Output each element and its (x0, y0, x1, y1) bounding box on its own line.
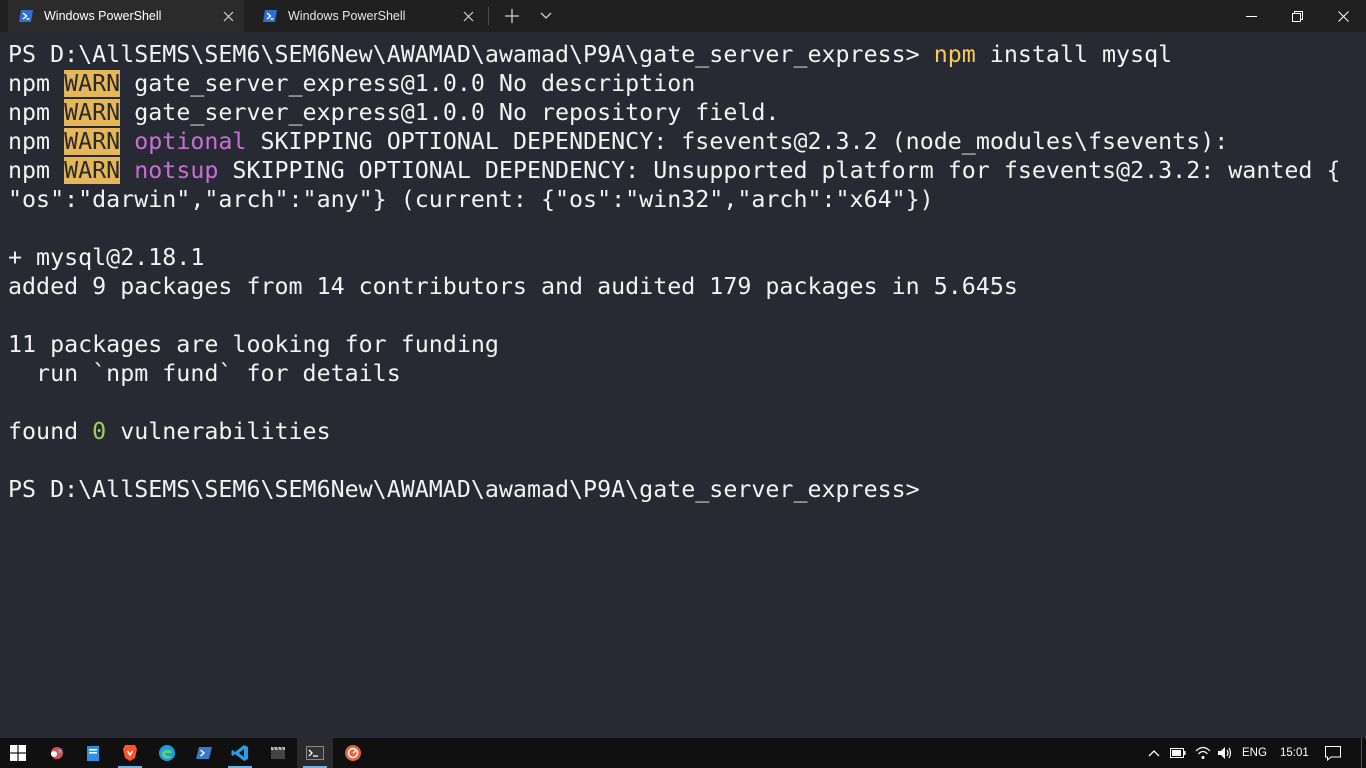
vulnerability-count: 0 (92, 418, 107, 445)
warn-message: SKIPPING OPTIONAL DEPENDENCY: Unsupporte… (218, 157, 1341, 184)
battery-icon[interactable] (1170, 745, 1186, 761)
language-indicator[interactable]: ENG (1242, 738, 1267, 768)
found-label: found (8, 418, 93, 445)
warn-badge: WARN (64, 157, 121, 184)
command-name: npm (933, 41, 976, 68)
warn-message: gate_server_express@1.0.0 No description (120, 70, 696, 97)
terminal-line: "os":"darwin","arch":"any"} (current: {"… (8, 186, 934, 213)
terminal-line: npm WARN optional SKIPPING OPTIONAL DEPE… (8, 127, 1228, 156)
command-args: install mysql (975, 41, 1173, 68)
powershell-icon[interactable] (186, 738, 222, 768)
chevron-down-icon[interactable] (534, 4, 558, 28)
minimize-icon[interactable] (1228, 0, 1274, 32)
warn-badge: WARN (64, 99, 121, 126)
tab-separator (488, 7, 489, 25)
windows-start-icon[interactable] (0, 738, 36, 768)
terminal-line: found 0 vulnerabilities (8, 417, 331, 446)
prompt-line: PS D:\AllSEMS\SEM6\SEM6New\AWAMAD\awamad… (8, 476, 920, 503)
tab-title: Windows PowerShell (44, 9, 162, 23)
tab-powershell-2[interactable]: Windows PowerShell (252, 0, 484, 32)
terminal-line: 11 packages are looking for funding (8, 331, 499, 358)
optional-tag: optional (134, 128, 247, 155)
notsup-tag: notsup (134, 157, 219, 184)
terminal-line: PS D:\AllSEMS\SEM6\SEM6New\AWAMAD\awamad… (8, 40, 1172, 69)
restore-icon[interactable] (1274, 0, 1320, 32)
npm-prefix: npm (8, 157, 65, 184)
powershell-icon (263, 10, 277, 22)
terminal-line: added 9 packages from 14 contributors an… (8, 273, 1018, 300)
terminal-line: + mysql@2.18.1 (8, 244, 205, 271)
terminal-line: run `npm fund` for details (8, 360, 401, 387)
close-icon[interactable] (1320, 0, 1366, 32)
terminal-line: npm WARN gate_server_express@1.0.0 No de… (8, 69, 695, 98)
vscode-icon[interactable] (222, 738, 258, 768)
vulnerabilities-label: vulnerabilities (106, 418, 331, 445)
record-icon[interactable] (335, 738, 371, 768)
title-bar: Windows PowerShell Windows PowerShell (0, 0, 1366, 32)
tab-close-icon[interactable] (456, 4, 480, 28)
tab-close-icon[interactable] (216, 4, 240, 28)
edge-browser-icon[interactable] (149, 738, 185, 768)
npm-prefix: npm (8, 70, 65, 97)
warn-message: gate_server_express@1.0.0 No repository … (120, 99, 780, 126)
taskbar: ENG 15:01 (0, 738, 1366, 768)
terminal-output[interactable]: PS D:\AllSEMS\SEM6\SEM6New\AWAMAD\awamad… (0, 32, 1366, 738)
warn-message: SKIPPING OPTIONAL DEPENDENCY: fsevents@2… (246, 128, 1229, 155)
volume-icon[interactable] (1217, 745, 1233, 761)
terminal-line: npm WARN gate_server_express@1.0.0 No re… (8, 98, 779, 127)
tab-title: Windows PowerShell (288, 9, 406, 23)
warn-badge: WARN (64, 70, 121, 97)
chevron-up-icon[interactable] (1146, 745, 1162, 761)
terminal-line: npm WARN notsup SKIPPING OPTIONAL DEPEND… (8, 156, 1340, 185)
powershell-icon (19, 10, 33, 22)
prompt-text: PS D:\AllSEMS\SEM6\SEM6New\AWAMAD\awamad… (8, 41, 934, 68)
clapperboard-icon[interactable] (260, 738, 296, 768)
npm-prefix: npm (8, 128, 65, 155)
file-icon[interactable] (75, 738, 111, 768)
terminal-icon[interactable] (297, 738, 333, 768)
npm-prefix: npm (8, 99, 65, 126)
new-tab-plus-icon[interactable] (500, 4, 524, 28)
app-icon[interactable] (39, 738, 75, 768)
wifi-icon[interactable] (1195, 745, 1211, 761)
brave-browser-icon[interactable] (112, 738, 148, 768)
show-desktop-divider[interactable] (1361, 738, 1362, 768)
notification-icon[interactable] (1325, 745, 1341, 761)
tab-powershell-1[interactable]: Windows PowerShell (8, 0, 244, 32)
warn-badge: WARN (64, 128, 121, 155)
clock[interactable]: 15:01 (1280, 738, 1309, 768)
